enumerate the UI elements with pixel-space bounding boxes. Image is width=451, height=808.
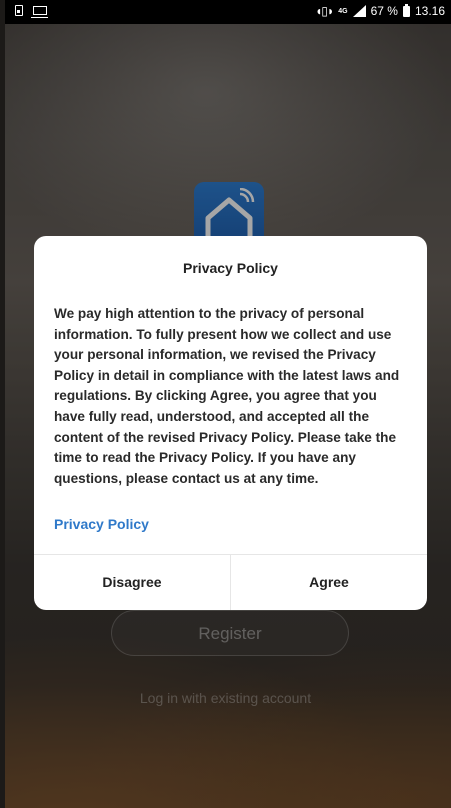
clock: 13.16: [414, 4, 445, 18]
agree-button[interactable]: Agree: [231, 555, 427, 610]
battery-percent: 67 %: [370, 4, 398, 18]
vibrate-icon: ◖▯◗: [315, 4, 334, 18]
network-type: 4G: [338, 7, 348, 15]
privacy-policy-link[interactable]: Privacy Policy: [54, 516, 149, 532]
disagree-button[interactable]: Disagree: [34, 555, 230, 610]
signal-icon: [352, 5, 366, 17]
dialog-title: Privacy Policy: [183, 260, 278, 276]
battery-icon: [402, 3, 410, 17]
status-bar: ◖▯◗ 4G 67 % 13.16: [5, 0, 451, 24]
dialog-message: We pay high attention to the privacy of …: [54, 306, 400, 486]
privacy-policy-dialog: Privacy Policy We pay high attention to …: [34, 236, 427, 610]
screen-cast-icon: [31, 6, 48, 18]
sim-card-icon: [15, 5, 23, 16]
